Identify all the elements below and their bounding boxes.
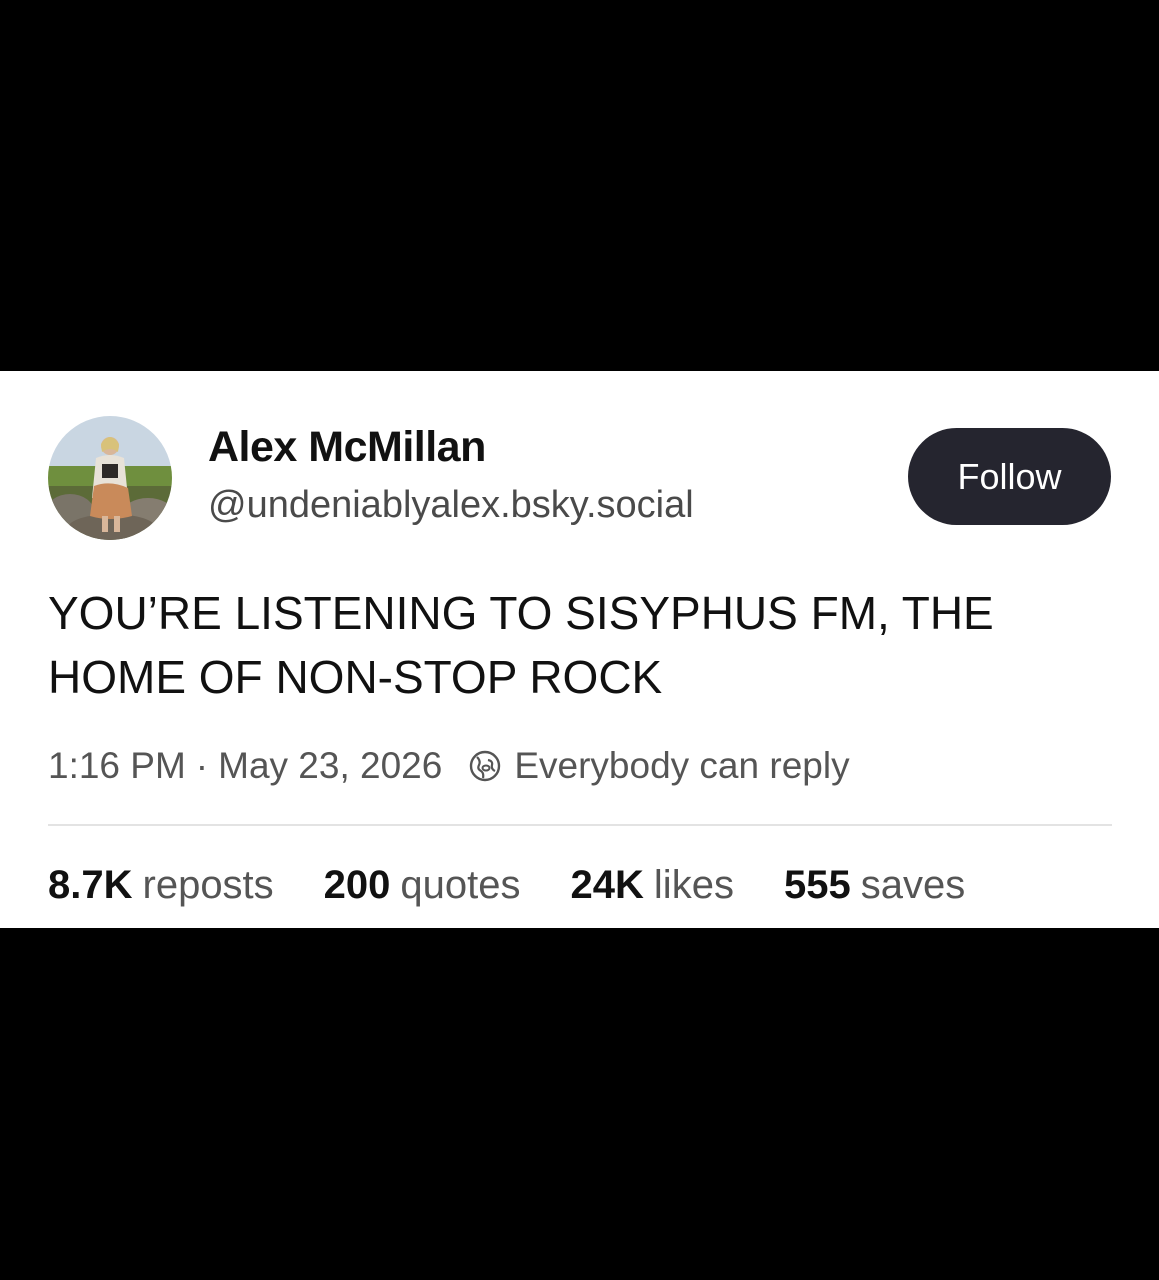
post-card: Alex McMillan @undeniablyalex.bsky.socia… — [0, 371, 1159, 928]
globe-reply-icon — [468, 749, 502, 783]
engagement-stats: 8.7K reposts 200 quotes 24K likes 555 sa… — [48, 863, 965, 908]
post-text: YOU’RE LISTENING TO SISYPHUS FM, THE HOM… — [48, 587, 994, 703]
stat-reposts[interactable]: 8.7K reposts — [48, 863, 274, 908]
stat-saves[interactable]: 555 saves — [784, 863, 965, 908]
stat-quotes[interactable]: 200 quotes — [324, 863, 521, 908]
stat-label: saves — [860, 863, 966, 907]
stat-likes[interactable]: 24K likes — [571, 863, 734, 908]
user-handle[interactable]: @undeniablyalex.bsky.social — [208, 484, 694, 527]
display-name[interactable]: Alex McMillan — [208, 423, 486, 472]
stat-count: 8.7K — [48, 863, 133, 907]
stat-count: 200 — [323, 863, 391, 907]
stat-label: likes — [653, 863, 734, 907]
meta-separator: · — [195, 745, 209, 786]
follow-button[interactable]: Follow — [908, 428, 1111, 525]
post-date[interactable]: May 23, 2026 — [218, 745, 442, 787]
follow-button-label: Follow — [957, 455, 1062, 497]
stat-count: 24K — [570, 863, 644, 907]
reply-setting[interactable]: Everybody can reply — [514, 745, 849, 787]
avatar[interactable] — [48, 416, 172, 540]
stat-label: reposts — [142, 863, 274, 907]
stat-count: 555 — [783, 863, 851, 907]
profile-photo-icon — [48, 416, 172, 540]
divider — [48, 824, 1112, 826]
post-time[interactable]: 1:16 PM — [48, 745, 186, 787]
post-meta: 1:16 PM · May 23, 2026 Everybody can rep… — [48, 743, 850, 789]
stat-label: quotes — [400, 863, 521, 907]
